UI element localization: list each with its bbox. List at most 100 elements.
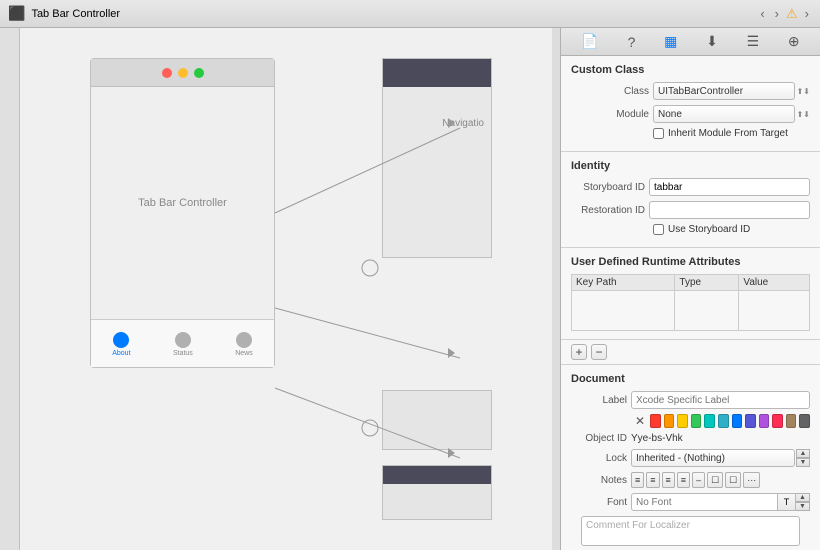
document-section: Document Label ✕ [561,365,820,550]
inherit-checkbox-row: Inherit Module From Target [653,128,810,139]
module-select[interactable]: None [653,105,795,123]
swatch-teal[interactable] [704,414,715,428]
lock-label: Lock [571,453,631,464]
object-id-value: Yye-bs-Vhk [631,433,683,444]
device-mockup: Tab Bar Controller About Status News [90,58,275,368]
panel-icon-identity[interactable]: ▦ [660,31,681,52]
swatch-pink[interactable] [772,414,783,428]
identity-section: Identity Storyboard ID Restoration ID Us… [561,152,820,248]
swatch-purple[interactable] [759,414,770,428]
tab-item-status[interactable]: Status [173,332,193,357]
lock-select[interactable]: Inherited - (Nothing) [631,449,795,467]
label-input[interactable] [631,391,810,409]
tab-label-about: About [112,350,130,357]
font-T-button[interactable]: T [778,493,796,511]
notes-align-center[interactable]: ≡ [646,472,659,488]
notes-more[interactable]: ··· [743,472,760,488]
lock-arrow-down[interactable]: ▼ [796,458,810,467]
module-row: Module None ⬆⬇ [571,105,810,123]
swatch-orange[interactable] [664,414,675,428]
swatch-lightblue[interactable] [718,414,729,428]
table-empty-row [572,291,810,331]
nav-forward-icon[interactable]: › [772,4,782,23]
user-defined-section: User Defined Runtime Attributes Key Path… [561,248,820,340]
minimize-dot[interactable] [178,68,188,78]
close-dot[interactable] [162,68,172,78]
swatches-row: ✕ [635,414,810,428]
panel-icon-help[interactable]: ? [624,32,640,52]
document-title: Document [571,373,810,385]
swatch-gray[interactable] [799,414,810,428]
panel-icon-size[interactable]: ⬇ [702,31,722,52]
font-input-container: T ▲ ▼ [631,493,810,511]
storyboard-id-row: Storyboard ID [571,178,810,196]
class-select-container: UITabBarController ⬆⬇ [653,82,810,100]
inherit-label: Inherit Module From Target [668,128,788,139]
view-box-1 [382,390,492,450]
remove-attribute-button[interactable]: − [591,344,607,360]
class-label: Class [571,86,649,97]
doc-label-row: Label [571,391,810,409]
swatch-brown[interactable] [786,414,797,428]
lock-arrows: ▲ ▼ [796,449,810,467]
panel-icon-connections[interactable]: ☰ [743,31,764,52]
canvas-scroll[interactable] [552,28,560,550]
panel-toolbar: 📄 ? ▦ ⬇ ☰ ⊕ [561,28,820,56]
restoration-id-input[interactable] [649,201,810,219]
title-bar-controls: ‹ › ⚠ › [757,4,812,23]
app-icon: ⬛ [8,5,25,22]
nav-back-icon[interactable]: ‹ [757,4,767,23]
storyboard-id-label: Storyboard ID [571,182,649,193]
object-id-label: Object ID [571,433,631,444]
panel-icon-file[interactable]: 📄 [577,31,602,52]
use-storyboard-checkbox[interactable] [653,224,664,235]
use-storyboard-row: Use Storyboard ID [653,224,810,235]
use-storyboard-label: Use Storyboard ID [668,224,750,235]
notes-label: Notes [571,475,631,486]
view-box-header [383,466,491,484]
inherit-checkbox[interactable] [653,128,664,139]
class-select-arrows: ⬆⬇ [797,87,810,96]
notes-box1[interactable]: ☐ [707,472,723,488]
storyboard-id-input[interactable] [649,178,810,196]
user-defined-title: User Defined Runtime Attributes [571,256,810,268]
add-attribute-button[interactable]: + [571,344,587,360]
panel-icon-bindings[interactable]: ⊕ [784,31,804,52]
font-arrow-up[interactable]: ▲ [796,493,810,502]
module-label: Module [571,109,649,120]
tab-icon-news [236,332,252,348]
expand-dot[interactable] [194,68,204,78]
tab-item-about[interactable]: About [112,332,130,357]
notes-dash[interactable]: – [692,472,705,488]
swatch-blue[interactable] [732,414,743,428]
notes-buttons: ≡ ≡ ≡ ≡ – ☐ ☐ ··· [631,472,760,488]
font-input[interactable] [631,493,778,511]
notes-align-justify[interactable]: ≡ [677,472,690,488]
warning-icon: ⚠ [786,6,798,22]
empty-cell-2 [675,291,739,331]
lock-arrow-up[interactable]: ▲ [796,449,810,458]
restoration-id-row: Restoration ID [571,201,810,219]
device-body: Tab Bar Controller [91,87,274,319]
swatch-red[interactable] [650,414,661,428]
class-select[interactable]: UITabBarController [653,82,795,100]
notes-box2[interactable]: ☐ [725,472,741,488]
notes-align-right[interactable]: ≡ [662,472,675,488]
swatch-yellow[interactable] [677,414,688,428]
notes-align-left[interactable]: ≡ [631,472,644,488]
canvas-inner: Tab Bar Controller About Status News [20,28,552,550]
swatch-indigo[interactable] [745,414,756,428]
swatch-clear[interactable]: ✕ [635,414,645,428]
title-bar: ⬛ Tab Bar Controller ‹ › ⚠ › [0,0,820,28]
tab-icon-about [113,332,129,348]
font-arrow-down[interactable]: ▼ [796,502,810,511]
add-remove-row: + − [561,340,820,365]
nav-expand-icon[interactable]: › [802,4,812,23]
comment-area[interactable]: Comment For Localizer [581,516,800,546]
tab-item-news[interactable]: News [235,332,253,357]
canvas-area[interactable]: Tab Bar Controller About Status News [20,28,552,550]
empty-cell-1 [572,291,675,331]
object-id-row: Object ID Yye-bs-Vhk [571,433,810,444]
left-sidebar [0,28,20,550]
swatch-green[interactable] [691,414,702,428]
